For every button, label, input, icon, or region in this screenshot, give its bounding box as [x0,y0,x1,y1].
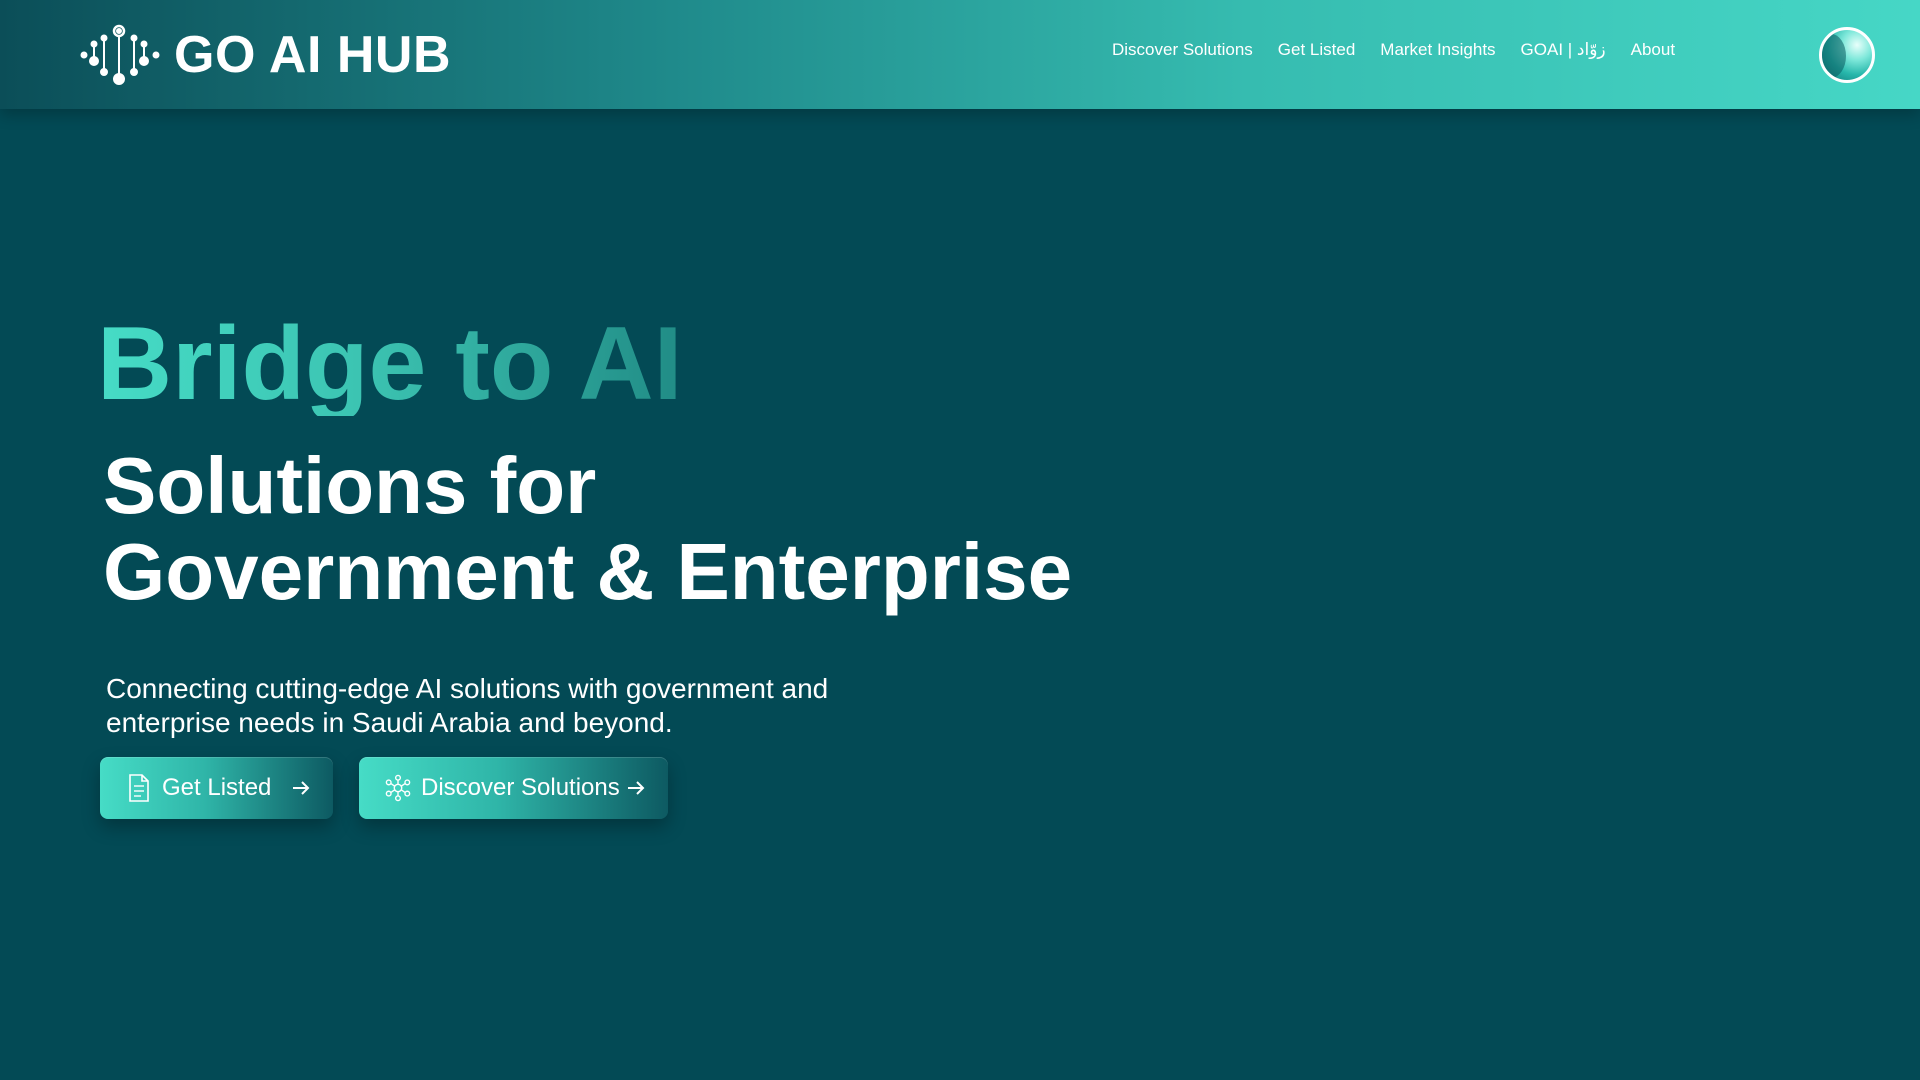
nav-goai-zawad[interactable]: GOAI | زوّاد [1521,40,1606,60]
get-listed-label: Get Listed [162,774,272,801]
hero-headline-line2: Solutions for [103,441,597,530]
main-nav: Discover Solutions Get Listed Market Ins… [1112,40,1675,60]
document-icon [126,773,152,803]
hero-headline-accent: Bridge to AI [97,306,683,422]
get-listed-button[interactable]: Get Listed [100,757,333,819]
circuit-dots-icon [80,24,160,85]
hero-headline-line3: Government & Enterprise [103,527,1073,616]
network-icon [385,773,411,803]
globe-avatar-icon[interactable] [1819,27,1875,83]
arrow-right-icon [291,778,311,798]
brand-logo[interactable]: GO AI HUB [80,24,451,86]
nav-discover-solutions[interactable]: Discover Solutions [1112,40,1253,60]
arrow-right-icon [626,778,646,798]
hero-subtitle: Connecting cutting-edge AI solutions wit… [106,673,829,738]
brand-name: GO AI HUB [174,26,452,84]
discover-solutions-button[interactable]: Discover Solutions [359,757,668,819]
discover-solutions-label: Discover Solutions [421,774,620,801]
nav-market-insights[interactable]: Market Insights [1380,40,1495,60]
nav-about[interactable]: About [1631,40,1675,60]
top-header: GO AI HUB Discover Solutions Get Listed … [0,0,1920,109]
nav-get-listed[interactable]: Get Listed [1278,40,1356,60]
